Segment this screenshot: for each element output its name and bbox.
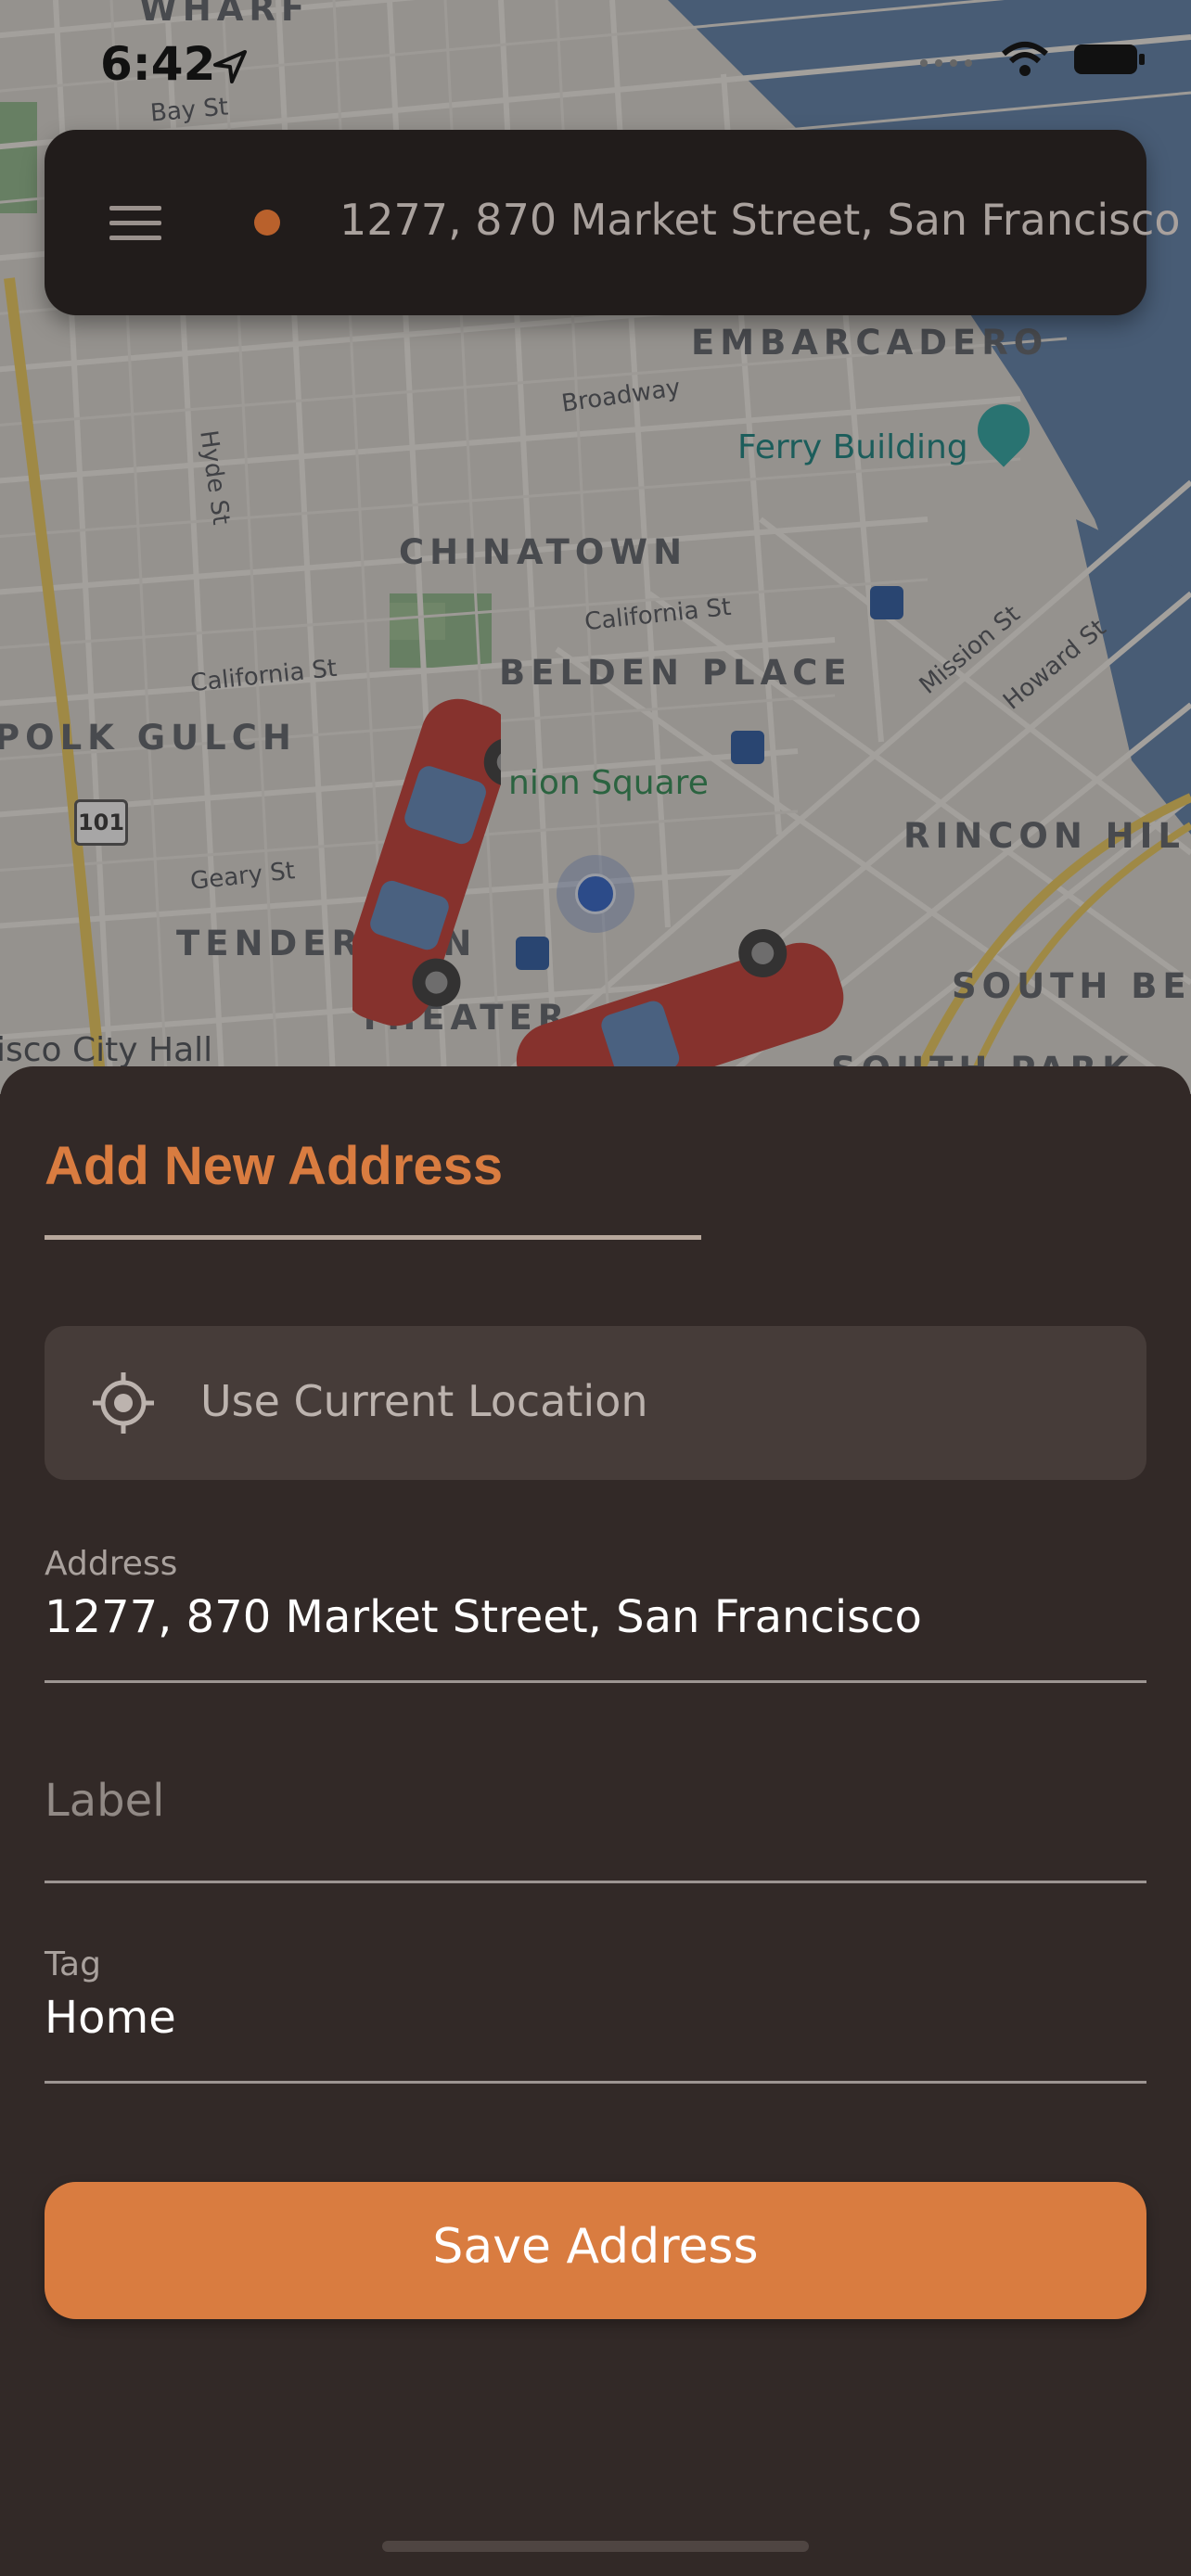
- save-address-button[interactable]: Save Address: [45, 2182, 1146, 2319]
- use-current-location-label: Use Current Location: [200, 1376, 648, 1426]
- label-field-placeholder: Label: [45, 1775, 165, 1827]
- home-indicator[interactable]: [382, 2541, 809, 2552]
- location-arrow-icon: [213, 50, 247, 83]
- wifi-icon: [1002, 42, 1048, 76]
- menu-icon[interactable]: [109, 206, 161, 241]
- cellular-signal-icon: [920, 59, 972, 67]
- label-field[interactable]: Label: [45, 1682, 1146, 1883]
- address-field[interactable]: Address 1277, 870 Market Street, San Fra…: [45, 1541, 1146, 1683]
- address-field-label: Address: [45, 1545, 178, 1583]
- status-indicators: [918, 41, 1146, 78]
- crosshair-icon: [93, 1372, 154, 1434]
- tag-field[interactable]: Tag Home: [45, 1942, 1146, 2084]
- address-search-bar[interactable]: 1277, 870 Market Street, San Francisco: [45, 130, 1181, 315]
- address-field-value: 1277, 870 Market Street, San Francisco: [45, 1591, 922, 1643]
- use-current-location-button[interactable]: Use Current Location: [45, 1326, 1146, 1480]
- tag-field-value: Home: [45, 1992, 176, 2044]
- sheet-title: Add New Address: [45, 1136, 504, 1196]
- title-divider: [45, 1235, 701, 1240]
- add-address-sheet: Add New Address Use Current Location Add…: [0, 1066, 1191, 2576]
- search-bar-address: 1277, 870 Market Street, San Francisco: [339, 195, 1181, 245]
- status-time: 6:42: [100, 37, 216, 91]
- save-address-label: Save Address: [432, 2219, 759, 2275]
- location-dot-icon: [254, 210, 280, 236]
- battery-icon: [1074, 45, 1145, 74]
- tag-field-label: Tag: [45, 1945, 101, 1983]
